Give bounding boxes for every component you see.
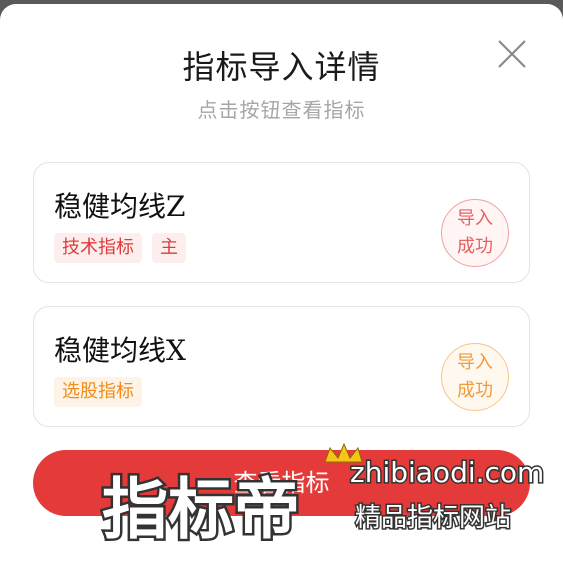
tag-main: 主 (152, 233, 186, 263)
import-details-dialog: 指标导入详情 点击按钮查看指标 稳健均线Z 技术指标 主 导入 成功 稳健均线X… (0, 4, 563, 564)
tag-list: 选股指标 (54, 377, 142, 407)
tag-technical-indicator: 技术指标 (54, 233, 142, 263)
close-icon[interactable] (496, 38, 528, 70)
indicator-name: 稳健均线X (54, 334, 186, 367)
dialog-subtitle: 点击按钮查看指标 (197, 98, 366, 122)
tag-list: 技术指标 主 (54, 233, 186, 263)
dialog-title: 指标导入详情 (182, 48, 381, 86)
tag-stock-selection-indicator: 选股指标 (54, 377, 142, 407)
import-success-stamp: 导入 成功 (441, 199, 509, 267)
import-success-stamp: 导入 成功 (441, 343, 509, 411)
indicator-card-x[interactable]: 稳健均线X 选股指标 导入 成功 (33, 306, 530, 427)
indicator-card-z[interactable]: 稳健均线Z 技术指标 主 导入 成功 (33, 162, 530, 283)
view-indicators-button[interactable]: 查看指标 (33, 450, 530, 516)
indicator-name: 稳健均线Z (54, 190, 186, 223)
